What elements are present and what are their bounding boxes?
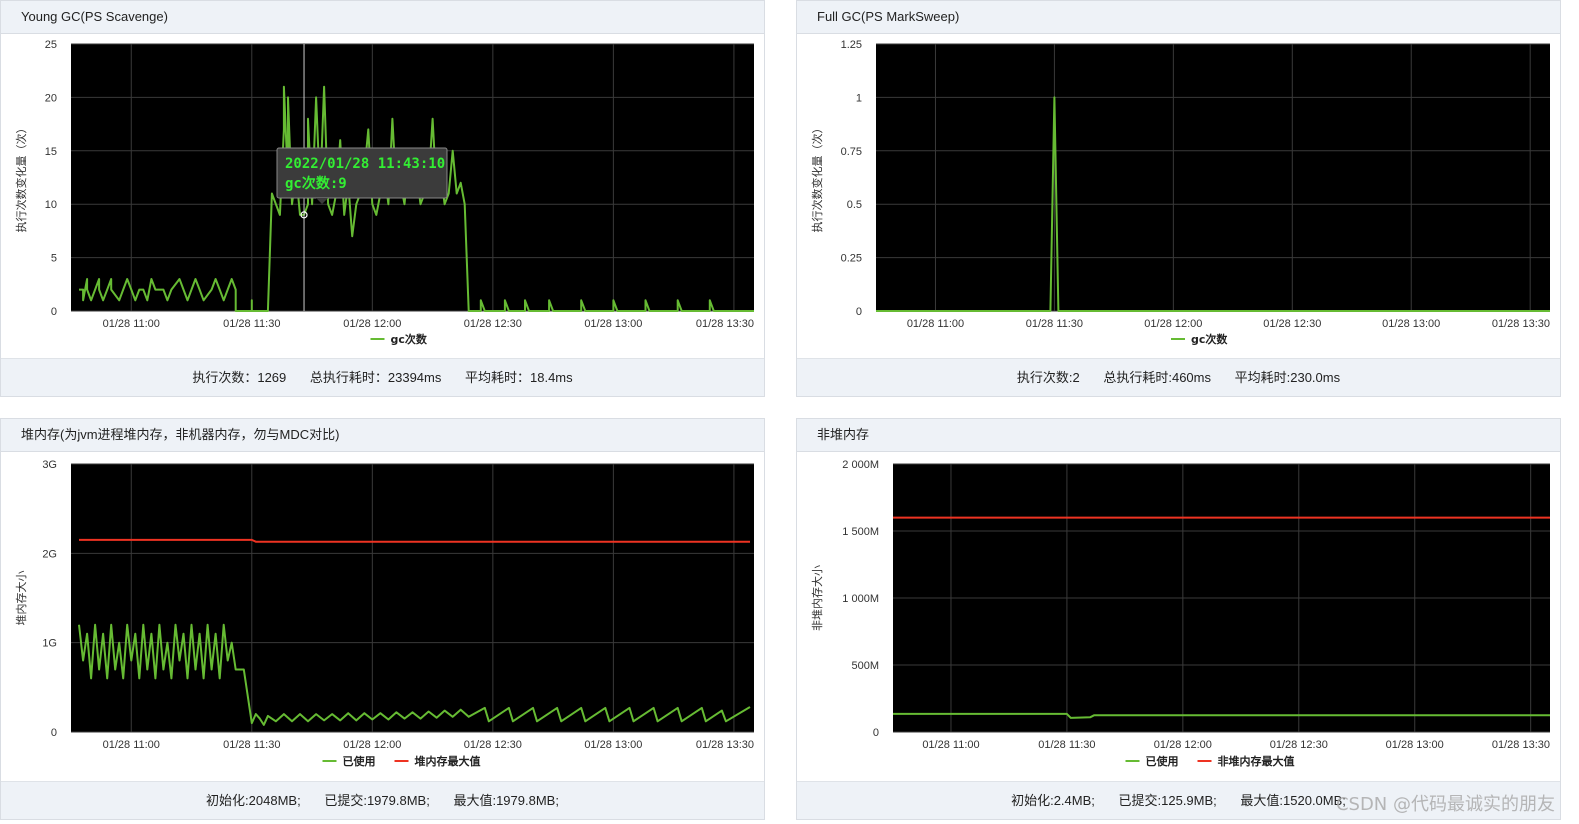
full-gc-total-time: 总执行耗时:460ms [1103, 370, 1211, 385]
x-tick-label: 01/28 12:30 [464, 739, 522, 751]
young-gc-count: 执行次数：1269 [192, 370, 287, 385]
x-tick-label: 01/28 13:30 [1492, 318, 1550, 330]
x-tick-label: 01/28 11:30 [223, 318, 280, 330]
legend-item[interactable]: 已使用 [1125, 754, 1179, 768]
nonheap-max: 最大值:1520.0MB; [1240, 793, 1346, 808]
x-tick-label: 01/28 11:00 [103, 318, 160, 330]
y-tick-label: 2 000M [842, 459, 879, 471]
full-gc-chart[interactable]: 0 0.25 0.5 0.75 1 1.25 01/28 11:00 01/28 11:30 0… [797, 34, 1562, 360]
y-axis-label: 执行次数变化量（次） [810, 123, 824, 233]
x-tick-label: 01/28 11:30 [223, 739, 280, 751]
young-gc-chart[interactable]: 0 5 10 15 20 25 01/28 11:00 01/28 11:30 01/28 12… [1, 34, 766, 360]
y-tick-label: 20 [45, 92, 57, 104]
tooltip: 2022/01/28 11:43:10 gc次数:9 [276, 147, 448, 204]
heap-title: 堆内存(为jvm进程堆内存，非机器内存，勿与MDC对比) [1, 419, 764, 452]
young-gc-avg-time: 平均耗时：18.4ms [465, 370, 573, 385]
x-tick-label: 01/28 11:30 [1026, 318, 1083, 330]
young-gc-summary: 执行次数：1269 总执行耗时：23394ms 平均耗时：18.4ms [1, 358, 764, 396]
y-tick-label: 10 [45, 199, 57, 211]
nonheap-chart[interactable]: 0 500M 1 000M 1 500M 2 000M 01/28 11:00 01/28 … [797, 452, 1562, 783]
y-tick-label: 1G [42, 638, 57, 650]
x-tick-label: 01/28 12:00 [1154, 739, 1212, 751]
y-tick-label: 0.75 [841, 146, 862, 158]
legend-label: 已使用 [1146, 754, 1179, 768]
young-gc-total-time: 总执行耗时：23394ms [309, 370, 442, 385]
nonheap-init: 初始化:2.4MB; [1011, 793, 1095, 808]
full-gc-title: Full GC(PS MarkSweep) [797, 1, 1560, 34]
full-gc-count: 执行次数:2 [1016, 370, 1080, 385]
legend-label: 堆内存最大值 [415, 754, 481, 768]
y-tick-label: 0.25 [841, 253, 862, 265]
legend-label: gc次数 [1191, 332, 1228, 346]
full-gc-summary: 执行次数:2 总执行耗时:460ms 平均耗时:230.0ms [797, 358, 1560, 396]
y-tick-label: 1.25 [841, 39, 862, 51]
legend-label: 非堆内存最大值 [1218, 754, 1295, 768]
y-tick-label: 0.5 [847, 199, 862, 211]
nonheap-committed: 已提交:125.9MB; [1118, 793, 1217, 808]
y-tick-label: 0 [51, 727, 57, 739]
x-tick-label: 01/28 13:30 [1492, 739, 1550, 751]
y-tick-label: 5 [51, 253, 57, 265]
legend-item[interactable]: 非堆内存最大值 [1197, 754, 1295, 768]
legend-label: gc次数 [391, 332, 428, 346]
y-tick-label: 1 500M [842, 526, 879, 538]
y-tick-label: 0 [51, 306, 57, 318]
legend-item[interactable]: gc次数 [370, 332, 428, 346]
legend-item[interactable]: 堆内存最大值 [394, 754, 481, 768]
x-tick-label: 01/28 12:00 [343, 739, 401, 751]
tooltip-value: gc次数:9 [285, 175, 347, 192]
x-tick-label: 01/28 11:00 [907, 318, 964, 330]
x-tick-label: 01/28 13:00 [584, 739, 642, 751]
young-gc-panel: Young GC(PS Scavenge) 0 5 10 15 20 25 01/28 11… [0, 0, 765, 397]
y-tick-label: 1 [856, 92, 862, 104]
y-tick-label: 500M [851, 660, 879, 672]
y-tick-label: 1 000M [842, 593, 879, 605]
tooltip-time: 2022/01/28 11:43:10 [285, 156, 445, 172]
x-tick-label: 01/28 12:00 [1144, 318, 1202, 330]
nonheap-panel: 非堆内存 0 500M 1 000M 1 500M 2 000M 01/28 11:00 0… [796, 418, 1561, 820]
heap-summary: 初始化:2048MB; 已提交:1979.8MB; 最大值:1979.8MB; [1, 781, 764, 819]
heap-init: 初始化:2048MB; [206, 793, 301, 808]
x-tick-label: 01/28 11:00 [103, 739, 160, 751]
nonheap-title: 非堆内存 [797, 419, 1560, 452]
x-tick-label: 01/28 13:00 [584, 318, 642, 330]
heap-panel: 堆内存(为jvm进程堆内存，非机器内存，勿与MDC对比) 0 1G 2G 3G 01/2… [0, 418, 765, 820]
watermark: CSDN @代码最诚实的朋友 [1335, 794, 1555, 815]
legend-label: 已使用 [343, 754, 376, 768]
young-gc-title: Young GC(PS Scavenge) [1, 1, 764, 34]
x-tick-label: 01/28 13:00 [1386, 739, 1444, 751]
x-tick-label: 01/28 11:30 [1038, 739, 1095, 751]
full-gc-panel: Full GC(PS MarkSweep) 0 0.25 0.5 0.75 1 1.25 0… [796, 0, 1561, 397]
x-tick-label: 01/28 13:30 [696, 318, 754, 330]
x-tick-label: 01/28 13:00 [1382, 318, 1440, 330]
x-tick-label: 01/28 12:30 [464, 318, 522, 330]
full-gc-avg-time: 平均耗时:230.0ms [1234, 370, 1341, 385]
plot-area [876, 44, 1550, 311]
y-axis-label: 执行次数变化量（次） [14, 123, 28, 233]
y-tick-label: 0 [873, 727, 879, 739]
y-axis-label: 堆内存大小 [14, 571, 28, 626]
heap-max: 最大值:1979.8MB; [453, 793, 559, 808]
legend-item[interactable]: gc次数 [1171, 332, 1228, 346]
x-tick-label: 01/28 11:00 [922, 739, 979, 751]
x-tick-label: 01/28 12:30 [1270, 739, 1328, 751]
y-axis-label: 非堆内存大小 [810, 565, 824, 631]
heap-committed: 已提交:1979.8MB; [324, 793, 430, 808]
heap-chart[interactable]: 0 1G 2G 3G 01/28 11:00 01/28 11:30 01/28 12:00… [1, 452, 766, 783]
y-tick-label: 3G [42, 459, 57, 471]
plot-area [71, 464, 754, 732]
x-tick-label: 01/28 13:30 [696, 739, 754, 751]
legend-item[interactable]: 已使用 [322, 754, 376, 768]
y-tick-label: 2G [42, 548, 57, 560]
y-tick-label: 25 [45, 39, 57, 51]
y-tick-label: 15 [45, 146, 57, 158]
x-tick-label: 01/28 12:00 [343, 318, 401, 330]
x-tick-label: 01/28 12:30 [1263, 318, 1321, 330]
y-tick-label: 0 [856, 306, 862, 318]
